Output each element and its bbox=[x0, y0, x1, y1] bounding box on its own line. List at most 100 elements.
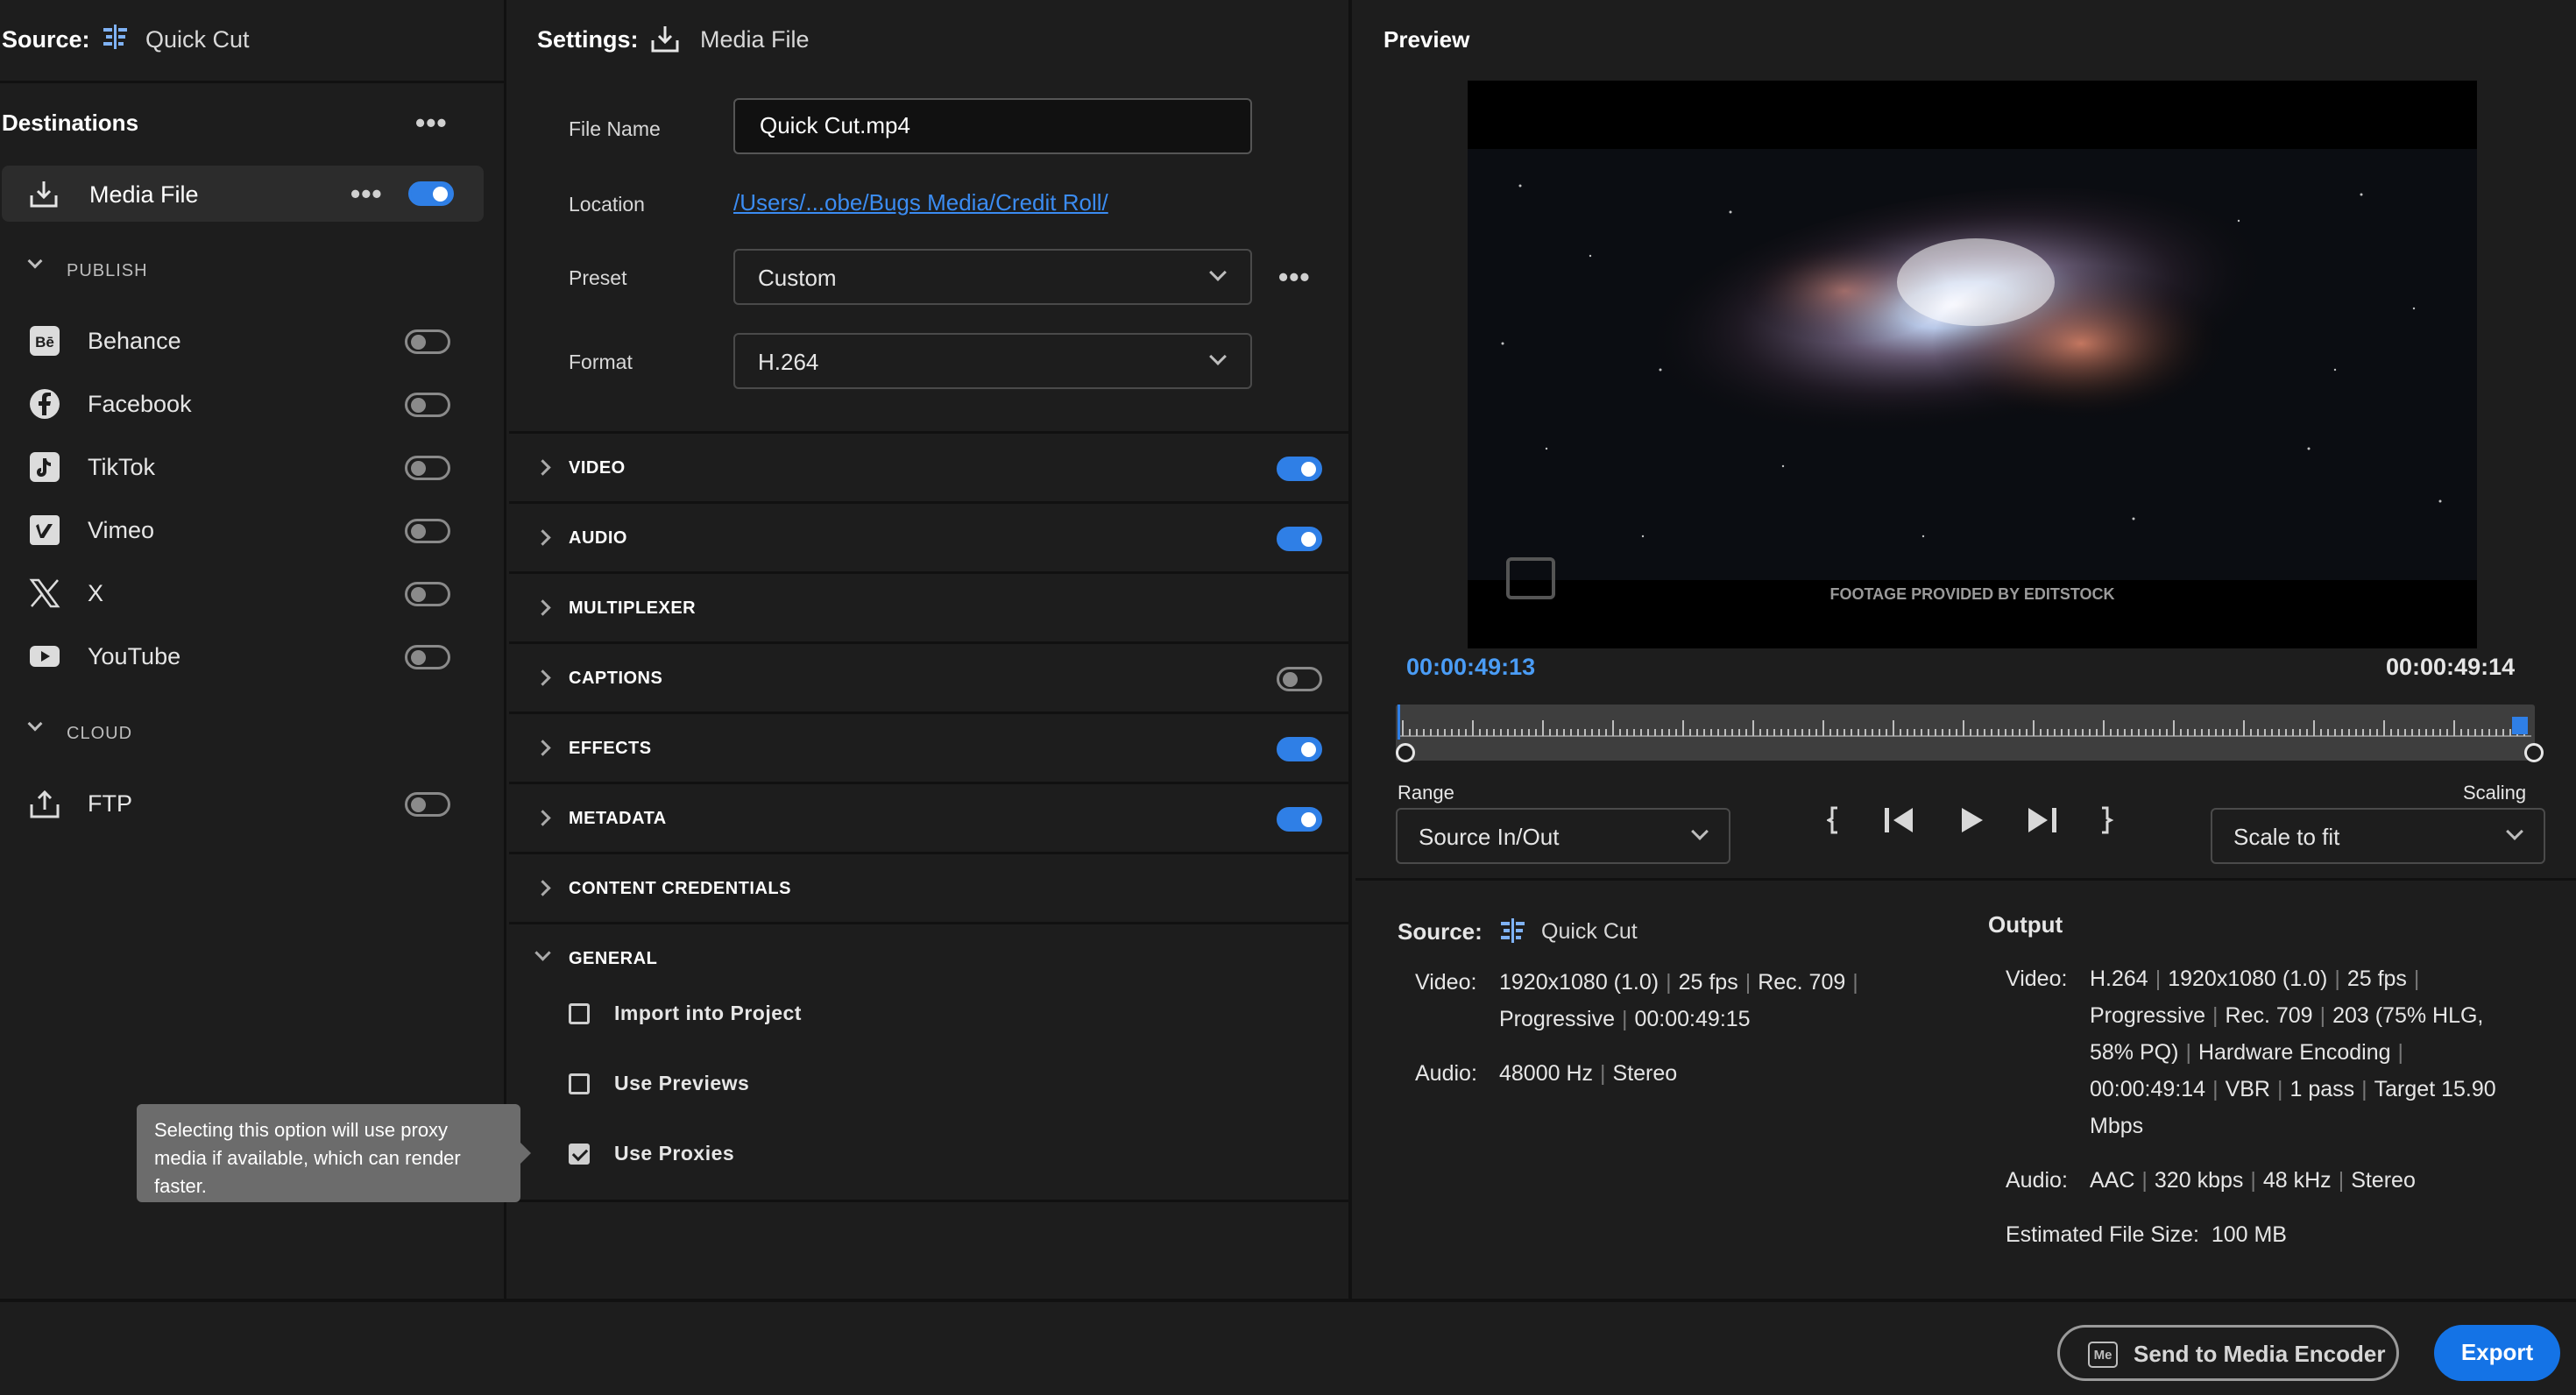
behance-toggle[interactable] bbox=[405, 329, 450, 354]
source-colorspace: Rec. 709 bbox=[1758, 970, 1846, 995]
output-audio-key: Audio: bbox=[2006, 1168, 2068, 1193]
output-video-line1: H.264 | 1920x1080 (1.0) | 25 fps | bbox=[2090, 967, 2420, 991]
section-audio[interactable]: AUDIO bbox=[509, 501, 1348, 571]
source-video-line2: Progressive | 00:00:49:15 bbox=[1499, 1007, 1751, 1031]
source-scan: Progressive bbox=[1499, 1007, 1615, 1031]
svg-text:Bē: Bē bbox=[35, 334, 54, 351]
location-label: Location bbox=[569, 193, 645, 216]
section-general-title: GENERAL bbox=[569, 949, 658, 968]
range-label: Range bbox=[1398, 782, 1454, 804]
play-icon[interactable] bbox=[1955, 804, 1986, 836]
in-point-handle[interactable] bbox=[1396, 743, 1415, 762]
galaxy-frame: FOOTAGE PROVIDED BY EDITSTOCK bbox=[1468, 81, 2477, 648]
destination-ftp[interactable]: FTP bbox=[0, 778, 473, 831]
metadata-toggle[interactable] bbox=[1277, 807, 1322, 832]
use-proxies-checkbox[interactable] bbox=[569, 1144, 590, 1165]
section-general[interactable]: GENERAL Import into Project Use Previews… bbox=[509, 922, 1348, 1202]
out-point-handle[interactable] bbox=[2524, 743, 2544, 762]
timeline-scrubber[interactable] bbox=[1396, 705, 2535, 761]
section-effects[interactable]: EFFECTS bbox=[509, 712, 1348, 782]
settings-label: Settings: bbox=[537, 26, 639, 53]
settings-panel: Settings: Media File File Name Quick Cut… bbox=[509, 0, 1352, 1299]
effects-toggle[interactable] bbox=[1277, 737, 1322, 761]
output-colorspace: Rec. 709 bbox=[2225, 1003, 2313, 1028]
audio-toggle[interactable] bbox=[1277, 527, 1322, 551]
preset-more-button[interactable]: ••• bbox=[1278, 263, 1311, 291]
file-name-label: File Name bbox=[569, 117, 661, 140]
file-size-key: Estimated File Size: bbox=[2006, 1222, 2199, 1247]
source-info-label: Source: bbox=[1398, 918, 1483, 945]
scaling-select[interactable]: Scale to fit bbox=[2211, 808, 2545, 864]
upload-icon bbox=[30, 790, 60, 818]
file-name-input[interactable]: Quick Cut.mp4 bbox=[733, 98, 1252, 154]
media-file-more-button[interactable]: ••• bbox=[350, 180, 383, 208]
timeline-ruler bbox=[1398, 705, 2531, 740]
chevron-right-icon bbox=[534, 669, 551, 686]
preset-value: Custom bbox=[758, 265, 837, 291]
output-video-line4: 00:00:49:14 | VBR | 1 pass | Target 15.90 bbox=[2090, 1077, 2496, 1101]
sequence-icon bbox=[103, 25, 127, 49]
destination-behance[interactable]: Bē Behance bbox=[0, 315, 473, 368]
output-hdr: 203 (75% HLG, bbox=[2332, 1003, 2484, 1028]
destination-x[interactable]: X bbox=[0, 568, 473, 620]
source-video-key: Video: bbox=[1415, 970, 1477, 995]
section-multiplexer[interactable]: MULTIPLEXER bbox=[509, 571, 1348, 641]
chevron-right-icon bbox=[534, 599, 551, 616]
section-metadata-title: METADATA bbox=[569, 809, 667, 828]
destinations-title: Destinations bbox=[2, 110, 139, 136]
output-duration: 00:00:49:14 bbox=[2090, 1077, 2206, 1101]
range-select[interactable]: Source In/Out bbox=[1396, 808, 1730, 864]
preset-select[interactable]: Custom bbox=[733, 249, 1252, 305]
section-content-credentials[interactable]: CONTENT CREDENTIALS bbox=[509, 852, 1348, 922]
use-previews-checkbox[interactable] bbox=[569, 1073, 590, 1094]
section-metadata[interactable]: METADATA bbox=[509, 782, 1348, 852]
destination-media-file[interactable]: Media File ••• bbox=[2, 166, 484, 222]
step-forward-icon[interactable] bbox=[2025, 804, 2060, 836]
destination-vimeo[interactable]: Vimeo bbox=[0, 505, 473, 557]
ftp-label: FTP bbox=[88, 790, 132, 817]
output-resolution: 1920x1080 (1.0) bbox=[2168, 967, 2328, 991]
format-select[interactable]: H.264 bbox=[733, 333, 1252, 389]
ftp-toggle[interactable] bbox=[405, 792, 450, 817]
section-captions[interactable]: CAPTIONS bbox=[509, 641, 1348, 712]
chevron-down-icon bbox=[27, 716, 43, 732]
source-audio-key: Audio: bbox=[1415, 1061, 1477, 1086]
estimated-file-size: Estimated File Size: 100 MB bbox=[2006, 1216, 2287, 1253]
facebook-toggle[interactable] bbox=[405, 393, 450, 417]
section-effects-title: EFFECTS bbox=[569, 739, 652, 758]
output-video-line3: 58% PQ) | Hardware Encoding | bbox=[2090, 1040, 2404, 1065]
send-to-media-encoder-button[interactable]: Me Send to Media Encoder bbox=[2057, 1325, 2399, 1381]
media-file-toggle[interactable] bbox=[408, 181, 454, 206]
import-into-project-checkbox[interactable] bbox=[569, 1003, 590, 1024]
destination-tiktok[interactable]: TikTok bbox=[0, 442, 473, 494]
set-out-icon[interactable] bbox=[2097, 803, 2114, 838]
source-label: Source: bbox=[2, 26, 90, 53]
destinations-more-button[interactable]: ••• bbox=[415, 109, 448, 137]
chevron-down-icon bbox=[1209, 264, 1227, 281]
video-toggle[interactable] bbox=[1277, 457, 1322, 481]
tooltip-arrow bbox=[520, 1143, 531, 1164]
export-button[interactable]: Export bbox=[2434, 1325, 2560, 1381]
set-in-icon[interactable] bbox=[1827, 803, 1844, 838]
format-value: H.264 bbox=[758, 349, 819, 375]
x-toggle[interactable] bbox=[405, 582, 450, 606]
output-encoding: Hardware Encoding bbox=[2197, 1040, 2391, 1065]
preview-video: FOOTAGE PROVIDED BY EDITSTOCK bbox=[1468, 81, 2477, 648]
source-name: Quick Cut bbox=[145, 26, 250, 53]
chevron-right-icon bbox=[534, 880, 551, 896]
output-scan: Progressive bbox=[2090, 1003, 2205, 1028]
vimeo-toggle[interactable] bbox=[405, 519, 450, 543]
destination-facebook[interactable]: Facebook bbox=[0, 379, 473, 431]
section-video[interactable]: VIDEO bbox=[509, 431, 1348, 501]
section-multiplexer-title: MULTIPLEXER bbox=[569, 598, 697, 618]
location-link[interactable]: /Users/...obe/Bugs Media/Credit Roll/ bbox=[733, 189, 1108, 216]
step-back-icon[interactable] bbox=[1881, 804, 1916, 836]
captions-toggle[interactable] bbox=[1277, 667, 1322, 691]
source-audio-rate: 48000 Hz bbox=[1499, 1061, 1594, 1086]
chevron-right-icon bbox=[534, 529, 551, 546]
preset-label: Preset bbox=[569, 266, 627, 289]
tiktok-toggle[interactable] bbox=[405, 456, 450, 480]
output-video-line5: Mbps bbox=[2090, 1114, 2144, 1138]
youtube-toggle[interactable] bbox=[405, 645, 450, 669]
destination-youtube[interactable]: YouTube bbox=[0, 631, 473, 683]
